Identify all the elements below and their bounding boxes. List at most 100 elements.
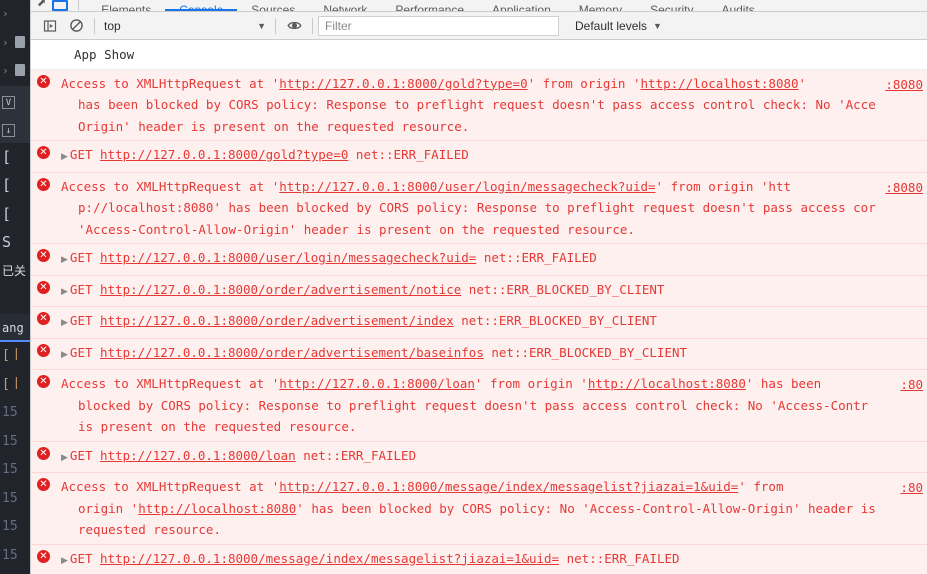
error-gutter: ✕ bbox=[37, 312, 53, 328]
console-message-line: has been blocked by CORS policy: Respons… bbox=[78, 97, 876, 112]
error-icon: ✕ bbox=[37, 249, 50, 262]
console-message-line: origin 'http://localhost:8080' has been … bbox=[78, 500, 876, 516]
editor-line: ang bbox=[0, 313, 30, 342]
editor-line: 15 bbox=[2, 490, 18, 506]
console-message-line: App Show bbox=[74, 47, 135, 62]
tab-network[interactable]: Network bbox=[309, 0, 381, 11]
console-url-link[interactable]: http://127.0.0.1:8000/order/advertisemen… bbox=[100, 345, 484, 360]
console-url-link[interactable]: http://127.0.0.1:8000/order/advertisemen… bbox=[100, 282, 461, 297]
editor-line: [丨 bbox=[2, 376, 23, 392]
console-error-row[interactable]: ✕ Access to XMLHttpRequest at 'http://127… bbox=[31, 69, 927, 141]
error-gutter: ✕ bbox=[37, 343, 53, 360]
console-log-row[interactable]: App Show bbox=[31, 41, 927, 70]
console-message-text: ▶ GET http://127.0.0.1:8000/gold?type=0 n… bbox=[31, 144, 927, 169]
tab-performance[interactable]: Performance bbox=[381, 0, 478, 11]
toggle-device-toolbar-icon[interactable] bbox=[52, 0, 69, 11]
inspect-element-icon[interactable]: ⬈ bbox=[37, 0, 46, 9]
error-gutter: ✕ bbox=[37, 478, 53, 494]
editor-line: [ bbox=[2, 176, 12, 194]
console-message-line: p://localhost:8080' has been blocked by … bbox=[78, 200, 876, 215]
console-url-link[interactable]: http://localhost:8080 bbox=[138, 501, 296, 516]
console-error-row[interactable]: ✕ Access to XMLHttpRequest at 'http://127… bbox=[31, 370, 927, 442]
console-error-row[interactable]: ✕ ▶ GET http://127.0.0.1:8000/gold?type=0 … bbox=[31, 141, 927, 173]
chevron-down-icon: ▼ bbox=[653, 20, 662, 31]
console-url-link[interactable]: http://127.0.0.1:8000/message/index/mess… bbox=[100, 551, 559, 566]
console-source-link[interactable]: :80 bbox=[900, 477, 923, 499]
console-error-row[interactable]: ✕ Access to XMLHttpRequest at 'http://127… bbox=[31, 473, 927, 545]
error-gutter: ✕ bbox=[37, 549, 53, 566]
console-url-link[interactable]: http://127.0.0.1:8000/loan bbox=[100, 448, 296, 463]
console-url-link[interactable]: http://127.0.0.1:8000/message/index/mess… bbox=[279, 479, 738, 494]
tab-elements[interactable]: Elements bbox=[87, 0, 165, 11]
error-gutter: ✕ bbox=[37, 146, 53, 162]
tab-sources[interactable]: Sources bbox=[237, 0, 309, 11]
console-message-text: Access to XMLHttpRequest at 'http://127.… bbox=[31, 176, 927, 241]
log-level-selector[interactable]: Default levels ▼ bbox=[571, 16, 666, 36]
editor-line: 15 bbox=[2, 433, 18, 449]
tab-audits[interactable]: Audits bbox=[707, 0, 768, 11]
console-message-line: blocked by CORS policy: Response to pref… bbox=[78, 397, 869, 413]
console-url-link[interactable]: http://127.0.0.1:8000/gold?type=0 bbox=[100, 147, 348, 162]
console-message-list[interactable]: App Show ✕ Access to XMLHttpRequest at 'ht… bbox=[31, 41, 927, 574]
console-message-text: Access to XMLHttpRequest at 'http://127.… bbox=[31, 73, 927, 138]
console-message-text: Access to XMLHttpRequest at 'http://127.… bbox=[31, 373, 927, 438]
tab-memory[interactable]: Memory bbox=[565, 0, 636, 11]
error-gutter: ✕ bbox=[37, 177, 53, 194]
error-icon: ✕ bbox=[37, 478, 50, 491]
console-url-link[interactable]: http://localhost:8080 bbox=[641, 76, 799, 91]
create-live-expression-icon[interactable] bbox=[281, 15, 307, 37]
log-level-label: Default levels bbox=[575, 18, 648, 33]
expand-arrow-icon[interactable]: ▶ bbox=[61, 313, 68, 335]
error-icon: ✕ bbox=[37, 375, 50, 388]
error-gutter: ✕ bbox=[37, 280, 53, 297]
console-message-line: ▶ GET http://127.0.0.1:8000/gold?type=0 n… bbox=[61, 144, 923, 169]
console-error-row[interactable]: ✕ ▶ GET http://127.0.0.1:8000/order/advert… bbox=[31, 275, 927, 307]
error-gutter: ✕ bbox=[37, 375, 53, 391]
error-icon: ✕ bbox=[37, 280, 50, 294]
tree-caret-icon: › bbox=[2, 35, 9, 49]
console-error-row[interactable]: ✕ ▶ GET http://127.0.0.1:8000/order/advert… bbox=[31, 307, 927, 339]
tab-application[interactable]: Application bbox=[478, 0, 565, 11]
editor-line: 已关 bbox=[2, 263, 27, 278]
error-gutter: ✕ bbox=[37, 446, 53, 463]
console-url-link[interactable]: http://127.0.0.1:8000/gold?type=0 bbox=[279, 76, 527, 91]
console-message-text: App Show bbox=[31, 44, 927, 66]
editor-line: [丨 bbox=[2, 348, 23, 363]
error-icon: ✕ bbox=[37, 446, 50, 460]
console-error-row[interactable]: ✕ ▶ GET http://127.0.0.1:8000/message/inde… bbox=[31, 544, 927, 574]
console-url-link[interactable]: http://127.0.0.1:8000/order/advertisemen… bbox=[100, 313, 454, 328]
console-url-link[interactable]: http://localhost:8080 bbox=[588, 376, 746, 391]
console-error-row[interactable]: ✕ ▶ GET http://127.0.0.1:8000/loan net::ER… bbox=[31, 441, 927, 473]
show-console-sidebar-icon[interactable] bbox=[37, 15, 63, 37]
expand-arrow-icon[interactable]: ▶ bbox=[61, 448, 68, 470]
console-source-link[interactable]: :8080 bbox=[885, 177, 923, 199]
console-message-text: ▶ GET http://127.0.0.1:8000/order/adverti… bbox=[31, 342, 927, 367]
clear-console-icon[interactable] bbox=[63, 15, 89, 37]
tab-security[interactable]: Security bbox=[636, 0, 707, 11]
expand-arrow-icon[interactable]: ▶ bbox=[61, 282, 68, 304]
console-source-link[interactable]: :8080 bbox=[885, 74, 923, 96]
editor-glyph: ↓ bbox=[2, 124, 15, 137]
expand-arrow-icon[interactable]: ▶ bbox=[61, 147, 68, 169]
console-error-row[interactable]: ✕ ▶ GET http://127.0.0.1:8000/order/advert… bbox=[31, 338, 927, 370]
editor-line: 15 bbox=[2, 462, 18, 477]
filter-input[interactable] bbox=[318, 15, 559, 36]
console-url-link[interactable]: http://127.0.0.1:8000/user/login/message… bbox=[279, 179, 655, 194]
toolbar-divider-2 bbox=[275, 17, 276, 34]
devtools-panel: ⬈ Elements Console Sources Network Performan… bbox=[30, 0, 927, 574]
expand-arrow-icon[interactable]: ▶ bbox=[61, 551, 68, 573]
expand-arrow-icon[interactable]: ▶ bbox=[61, 250, 68, 272]
execution-context-selector[interactable]: top ▼ bbox=[100, 16, 270, 36]
console-message-line: Access to XMLHttpRequest at 'http://127.… bbox=[61, 178, 792, 194]
console-message-line: ▶ GET http://127.0.0.1:8000/loan net::ERR… bbox=[61, 445, 923, 470]
console-source-link[interactable]: :80 bbox=[900, 374, 923, 396]
console-error-row[interactable]: ✕ ▶ GET http://127.0.0.1:8000/user/login/m… bbox=[31, 244, 927, 276]
console-error-row[interactable]: ✕ Access to XMLHttpRequest at 'http://127… bbox=[31, 172, 927, 244]
expand-arrow-icon[interactable]: ▶ bbox=[61, 345, 68, 367]
tab-console[interactable]: Console bbox=[165, 0, 238, 11]
console-url-link[interactable]: http://127.0.0.1:8000/loan bbox=[279, 376, 475, 391]
console-message-text: ▶ GET http://127.0.0.1:8000/loan net::ERR… bbox=[31, 445, 927, 470]
editor-line: ↓ bbox=[0, 114, 30, 143]
console-message-line: Access to XMLHttpRequest at 'http://127.… bbox=[61, 479, 784, 494]
console-url-link[interactable]: http://127.0.0.1:8000/user/login/message… bbox=[100, 250, 476, 265]
